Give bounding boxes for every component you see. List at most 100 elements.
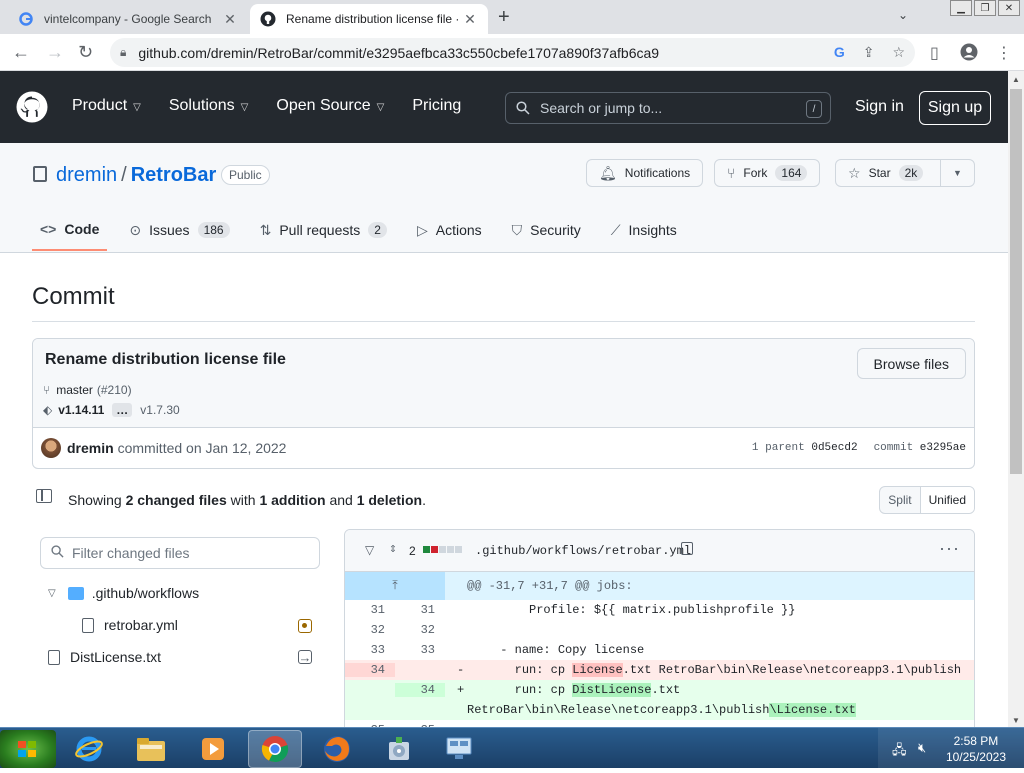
tab-security[interactable]: ⛉ Security bbox=[504, 215, 589, 251]
close-tab-icon[interactable]: ✕ bbox=[222, 11, 238, 28]
tree-file-retrobar-yml[interactable]: retrobar.yml bbox=[82, 612, 178, 638]
tab-pull-requests[interactable]: ⇅ Pull requests 2 bbox=[252, 215, 395, 251]
close-window-button[interactable]: ✕ bbox=[998, 0, 1020, 16]
tab-insights[interactable]: ⟋ Insights bbox=[603, 215, 685, 251]
tab-issues[interactable]: ⊙ Issues 186 bbox=[121, 215, 237, 251]
taskbar-firefox[interactable] bbox=[310, 730, 364, 768]
sign-in-link[interactable]: Sign in bbox=[855, 98, 904, 116]
expand-tags-button[interactable]: … bbox=[112, 403, 133, 417]
browse-files-button[interactable]: Browse files bbox=[856, 348, 966, 379]
tree-folder-workflows[interactable]: ▽ .github/workflows bbox=[48, 580, 199, 606]
notifications-button[interactable]: 🔔︎ Notifications bbox=[586, 159, 704, 187]
code-icon: <> bbox=[40, 221, 57, 237]
reload-icon[interactable]: ↻ bbox=[78, 42, 93, 63]
taskbar-remote-desktop[interactable] bbox=[432, 730, 486, 768]
expand-all-icon[interactable]: ⇕ bbox=[389, 541, 397, 556]
tab-code[interactable]: <> Code bbox=[32, 215, 108, 251]
diff-code: Profile: ${{ matrix.publishprofile }} bbox=[471, 603, 796, 617]
star-list-dropdown[interactable]: ▼ bbox=[940, 159, 975, 187]
diff-code: RetroBar\bin\Release\netcoreapp3.1\publi… bbox=[467, 703, 856, 717]
github-logo-icon[interactable] bbox=[16, 91, 48, 123]
diff-line-added-wrap: RetroBar\bin\Release\netcoreapp3.1\publi… bbox=[345, 700, 974, 720]
kebab-menu-icon[interactable]: ··· bbox=[939, 538, 960, 559]
window-controls: ▁ ❐ ✕ bbox=[950, 0, 1020, 16]
taskbar-chrome[interactable] bbox=[248, 730, 302, 768]
bell-icon: 🔔︎ bbox=[599, 164, 617, 181]
back-arrow-icon[interactable]: ← bbox=[12, 42, 30, 63]
collapse-chevron-icon[interactable]: ▽ bbox=[365, 543, 374, 557]
share-icon[interactable]: ⇪ bbox=[863, 44, 875, 61]
google-lens-icon[interactable]: G bbox=[834, 44, 845, 61]
fork-button[interactable]: ⑂ Fork 164 bbox=[714, 159, 821, 187]
scrollbar-thumb[interactable] bbox=[1010, 89, 1022, 474]
search-input[interactable]: Search or jump to... / bbox=[505, 92, 831, 124]
address-bar-icons: G ⇪ ☆ bbox=[834, 44, 905, 61]
search-placeholder: Search or jump to... bbox=[540, 100, 663, 116]
taskbar-media-player[interactable] bbox=[186, 730, 240, 768]
taskbar-file-explorer[interactable] bbox=[124, 730, 178, 768]
pr-link[interactable]: (#210) bbox=[97, 383, 132, 397]
diff-summary-bar: Showing 2 changed files with 1 addition … bbox=[36, 486, 975, 514]
repo-header: dremin / RetroBar Public 🔔︎ Notifications … bbox=[0, 143, 1008, 253]
scroll-up-arrow-icon[interactable]: ▲ bbox=[1008, 75, 1024, 84]
scroll-down-arrow-icon[interactable]: ▼ bbox=[1008, 716, 1024, 725]
firefox-icon bbox=[324, 736, 350, 762]
nav-product[interactable]: Product ▽ bbox=[72, 97, 141, 115]
split-view-button[interactable]: Split bbox=[880, 487, 919, 513]
new-tab-button[interactable]: + bbox=[498, 6, 510, 29]
start-button[interactable] bbox=[0, 730, 56, 768]
minimize-button[interactable]: ▁ bbox=[950, 0, 972, 16]
sign-up-button[interactable]: Sign up bbox=[919, 91, 991, 125]
forward-arrow-icon[interactable]: → bbox=[46, 42, 64, 63]
tag-link-first[interactable]: v1.14.11 bbox=[58, 403, 104, 417]
parent-sha-link[interactable]: 0d5ecd2 bbox=[811, 442, 857, 454]
star-count: 2k bbox=[898, 165, 924, 181]
unified-view-button[interactable]: Unified bbox=[919, 487, 974, 513]
filter-files-input[interactable]: Filter changed files bbox=[40, 537, 320, 569]
search-icon bbox=[516, 101, 530, 115]
restore-button[interactable]: ❐ bbox=[974, 0, 996, 16]
tree-file-distlicense[interactable]: DistLicense.txt bbox=[48, 644, 161, 670]
page-scrollbar[interactable]: ▲ ▼ bbox=[1008, 71, 1024, 727]
branch-icon: ⑂ bbox=[43, 383, 51, 397]
network-icon[interactable]: 🖧︎ bbox=[892, 741, 907, 763]
volume-muted-icon[interactable]: 🔇︎ bbox=[918, 740, 926, 756]
diff-file-path[interactable]: .github/workflows/retrobar.yml bbox=[475, 544, 691, 558]
browser-tab-github-commit[interactable]: Rename distribution license file · ✕ bbox=[250, 4, 488, 34]
tag-link-last[interactable]: v1.7.30 bbox=[140, 403, 179, 417]
nav-open-source[interactable]: Open Source ▽ bbox=[276, 97, 384, 115]
star-button[interactable]: ☆ Star 2k bbox=[835, 159, 941, 187]
star-icon: ☆ bbox=[848, 164, 861, 181]
browser-tab-google-search[interactable]: vintelcompany - Google Search ✕ bbox=[8, 4, 248, 34]
file-diff-header: ▽ ⇕ 2 .github/workflows/retrobar.yml ··· bbox=[345, 530, 974, 572]
internet-explorer-icon bbox=[75, 736, 103, 762]
bookmark-star-icon[interactable]: ☆ bbox=[892, 44, 905, 61]
profile-avatar-icon[interactable] bbox=[960, 43, 978, 61]
lock-icon[interactable]: 🔒︎ bbox=[120, 45, 126, 60]
commit-tags: ⬖ v1.14.11 … v1.7.30 bbox=[43, 403, 180, 417]
folder-icon bbox=[137, 738, 165, 761]
close-tab-icon[interactable]: ✕ bbox=[462, 11, 478, 28]
nav-pricing[interactable]: Pricing bbox=[412, 97, 461, 115]
repo-name-link[interactable]: RetroBar bbox=[131, 164, 217, 186]
author-link[interactable]: dremin bbox=[67, 440, 114, 456]
issues-count: 186 bbox=[197, 222, 230, 238]
taskbar-control-panel[interactable] bbox=[372, 730, 426, 768]
branch-link[interactable]: master bbox=[56, 383, 93, 397]
address-bar[interactable]: 🔒︎ github.com/dremin/RetroBar/commit/e32… bbox=[110, 38, 915, 67]
system-clock[interactable]: 2:58 PM 10/25/2023 bbox=[946, 733, 1006, 765]
avatar[interactable] bbox=[41, 438, 61, 458]
expand-up-icon[interactable]: ⤒ bbox=[345, 572, 445, 600]
side-panel-icon[interactable]: ▯ bbox=[930, 43, 939, 63]
repo-owner-link[interactable]: dremin bbox=[56, 164, 117, 186]
sidebar-toggle-icon[interactable] bbox=[36, 489, 52, 503]
pull-requests-count: 2 bbox=[368, 222, 387, 238]
tab-actions[interactable]: ▷ Actions bbox=[409, 215, 490, 251]
nav-solutions[interactable]: Solutions ▽ bbox=[169, 97, 249, 115]
tab-search-chevron-icon[interactable]: ⌄ bbox=[898, 8, 908, 22]
copy-icon[interactable] bbox=[681, 542, 693, 555]
chevron-down-icon: ▽ bbox=[240, 102, 249, 113]
taskbar-internet-explorer[interactable] bbox=[62, 730, 116, 768]
file-renamed-icon: → bbox=[298, 649, 312, 665]
browser-menu-icon[interactable]: ⋮ bbox=[996, 43, 1012, 63]
